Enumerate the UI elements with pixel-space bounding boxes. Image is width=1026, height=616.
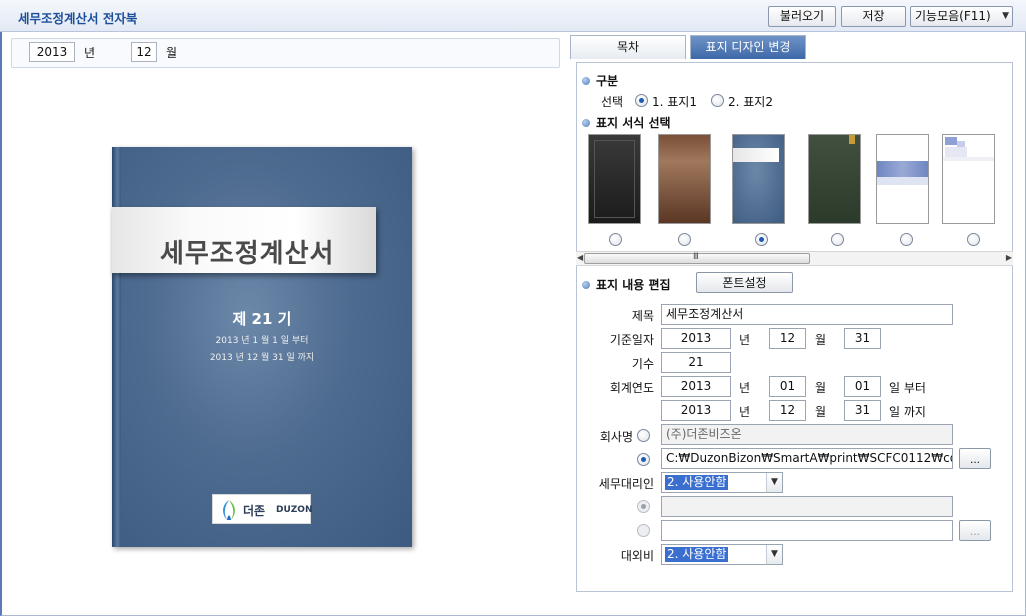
functions-menu-button[interactable]: 기능모음(F11) ▼: [910, 6, 1013, 27]
tax-agent-image-radio[interactable]: [637, 524, 650, 537]
thumbnail-blue-cover[interactable]: [732, 134, 785, 224]
company-name-radio[interactable]: [637, 429, 650, 442]
tab-cover-design[interactable]: 표지 디자인 변경: [690, 35, 806, 59]
fiscal-from-year-unit: 년: [739, 381, 751, 395]
base-year-unit: 년: [739, 333, 751, 347]
fiscal-from-day-input[interactable]: 01: [844, 376, 881, 397]
cover-preview: 세무조정계산서 제 21 기 2013 년 1 월 1 일 부터 2013 년 …: [112, 147, 412, 547]
thumbnail-scrollbar[interactable]: ◀ III ▶: [576, 251, 1013, 266]
confidential-label: 대외비: [620, 549, 654, 563]
tax-agent-label: 세무대리인: [598, 477, 654, 491]
thumbnail-white-blue-radio[interactable]: [900, 233, 913, 246]
thumbnail-blue-radio[interactable]: [755, 233, 768, 246]
thumbnail-white-pixel-radio[interactable]: [967, 233, 980, 246]
cover1-radio[interactable]: [635, 94, 648, 107]
fiscal-to-year-unit: 년: [739, 405, 751, 419]
company-label: 회사명: [599, 430, 633, 444]
cover2-radio[interactable]: [711, 94, 724, 107]
scrollbar-thumb[interactable]: III: [584, 252, 810, 264]
cover-title: 세무조정계산서: [160, 239, 335, 269]
chevron-down-icon[interactable]: ▼: [766, 473, 782, 492]
logo-english: DUZON: [276, 505, 313, 515]
font-settings-button[interactable]: 폰트설정: [696, 272, 793, 293]
company-image-path-input[interactable]: C:₩DuzonBizon₩SmartA₩print₩SCFC0112₩co: [661, 448, 953, 469]
company-browse-button[interactable]: ...: [959, 448, 991, 469]
load-button[interactable]: 불러오기: [768, 6, 836, 27]
thumbnail-brown-radio[interactable]: [678, 233, 691, 246]
cover-term: 제 21 기: [232, 310, 292, 328]
month-unit-label: 월: [166, 46, 178, 60]
base-year-input[interactable]: 2013: [661, 328, 731, 349]
cover1-label: 1. 표지1: [652, 95, 697, 109]
month-input[interactable]: 12: [131, 42, 157, 62]
scroll-right-arrow-icon[interactable]: ▶: [1006, 253, 1012, 262]
select-label: 선택: [601, 95, 624, 109]
confidential-value: 2. 사용안함: [665, 547, 729, 562]
fiscal-to-month-input[interactable]: 12: [769, 400, 806, 421]
title-input[interactable]: 세무조정계산서: [661, 304, 953, 325]
scrollbar-grip: III: [693, 252, 699, 262]
tax-agent-name-input[interactable]: [661, 496, 953, 517]
tax-agent-value: 2. 사용안함: [665, 475, 729, 490]
bullet-icon: [582, 119, 590, 127]
year-input[interactable]: 2013: [29, 42, 75, 62]
thumbnail-green-radio[interactable]: [831, 233, 844, 246]
bullet-icon: [582, 281, 590, 289]
scroll-left-arrow-icon[interactable]: ◀: [577, 253, 583, 262]
thumbnail-white-blue-cover[interactable]: [876, 134, 929, 224]
cover-to-line: 2013 년 12 월 31 일 까지: [209, 353, 315, 363]
fiscal-from-suffix: 일 부터: [889, 381, 926, 395]
cover2-label: 2. 표지2: [728, 95, 773, 109]
period-bar: 2013 년 12 월: [11, 38, 560, 68]
base-month-unit: 월: [815, 333, 827, 347]
title-label: 제목: [631, 309, 654, 323]
window-title: 세무조정계산서 전자북: [18, 11, 138, 26]
tax-agent-image-input[interactable]: [661, 520, 953, 541]
fiscal-to-month-unit: 월: [815, 405, 827, 419]
base-date-label: 기준일자: [609, 333, 654, 347]
thumbnail-black-radio[interactable]: [609, 233, 622, 246]
save-button[interactable]: 저장: [841, 6, 906, 27]
tab-contents[interactable]: 목차: [570, 35, 686, 59]
section-style-title: 표지 서식 선택: [582, 114, 671, 131]
title-bar: 세무조정계산서 전자북 불러오기 저장 기능모음(F11) ▼: [0, 0, 1026, 32]
section-edit-title: 표지 내용 편집: [582, 276, 671, 293]
thumbnail-white-pixel-cover[interactable]: [942, 134, 995, 224]
thumbnail-green-cover[interactable]: [808, 134, 861, 224]
tax-agent-browse-button[interactable]: ...: [959, 520, 991, 541]
cover-from-line: 2013 년 1 월 1 일 부터: [215, 336, 309, 346]
section-type-title: 구분: [582, 72, 618, 89]
confidential-select[interactable]: 2. 사용안함 ▼: [661, 544, 783, 565]
duzon-logo: 더존 DUZON: [212, 494, 313, 524]
fiscal-from-month-input[interactable]: 01: [769, 376, 806, 397]
base-day-input[interactable]: 31: [844, 328, 881, 349]
chevron-down-icon: ▼: [1002, 11, 1009, 21]
logo-korean: 더존: [243, 504, 266, 518]
tax-agent-name-radio[interactable]: [637, 500, 650, 513]
term-label: 기수: [631, 357, 654, 371]
company-image-radio[interactable]: [637, 453, 650, 466]
fiscal-to-day-input[interactable]: 31: [844, 400, 881, 421]
thumbnail-black-cover[interactable]: [588, 134, 641, 224]
fiscal-to-suffix: 일 까지: [889, 405, 926, 419]
tax-agent-select[interactable]: 2. 사용안함 ▼: [661, 472, 783, 493]
functions-menu-label: 기능모음(F11): [915, 9, 991, 23]
duzon-leaf-icon: [223, 500, 235, 520]
bullet-icon: [582, 77, 590, 85]
fiscal-to-year-input[interactable]: 2013: [661, 400, 731, 421]
thumbnail-brown-cover[interactable]: [658, 134, 711, 224]
fiscal-from-year-input[interactable]: 2013: [661, 376, 731, 397]
year-unit-label: 년: [84, 46, 96, 60]
company-name-input[interactable]: (주)더존비즈온: [661, 424, 953, 445]
term-input[interactable]: 21: [661, 352, 731, 373]
fiscal-year-label: 회계연도: [609, 381, 654, 395]
base-month-input[interactable]: 12: [769, 328, 806, 349]
chevron-down-icon[interactable]: ▼: [766, 545, 782, 564]
fiscal-from-month-unit: 월: [815, 381, 827, 395]
